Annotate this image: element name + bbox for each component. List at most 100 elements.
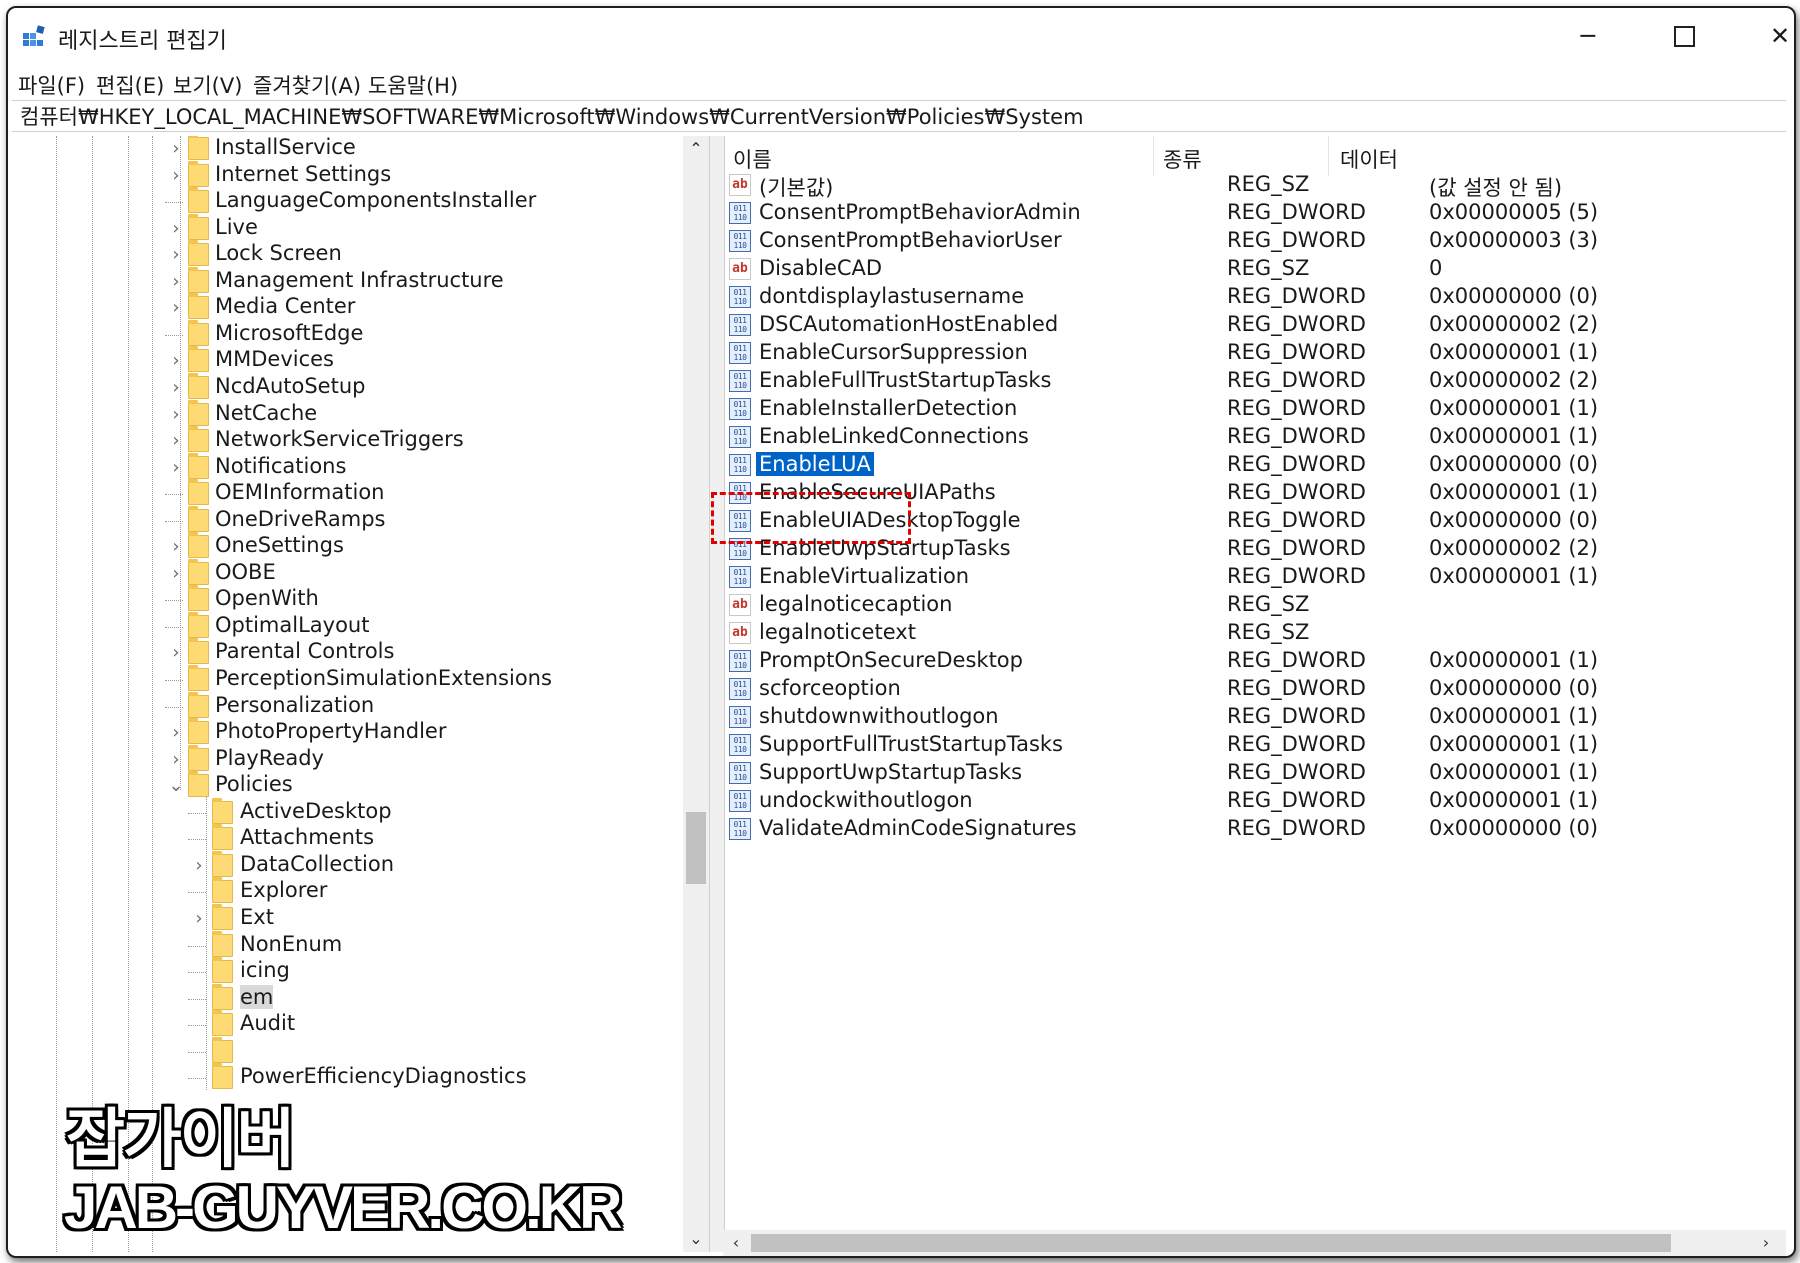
scroll-left-arrow-icon[interactable]: ‹ — [723, 1230, 749, 1256]
folder-icon — [188, 638, 209, 665]
menu-help[interactable]: 도움말(H) — [368, 70, 458, 100]
tree-item[interactable]: OpenWith — [12, 585, 682, 615]
tree-item[interactable]: › OneSettings — [12, 532, 682, 562]
tree-item[interactable]: ActiveDesktop — [12, 797, 682, 828]
scroll-right-arrow-icon[interactable]: › — [1753, 1230, 1779, 1256]
tree-item[interactable]: › NetworkServiceTriggers — [12, 426, 682, 456]
tree-item[interactable]: Attachments — [12, 824, 682, 854]
tree-scroll-thumb[interactable] — [686, 812, 706, 884]
expand-chevron-icon[interactable]: › — [167, 426, 185, 456]
tree-item[interactable]: › DataCollection — [12, 850, 682, 881]
value-type: REG_DWORD — [1227, 368, 1366, 392]
menu-file[interactable]: 파일(F) — [18, 70, 85, 100]
tree-item[interactable]: › NcdAutoSetup — [12, 372, 682, 403]
expand-chevron-icon[interactable]: › — [167, 453, 185, 483]
dword-value-icon: 011 110 — [729, 398, 751, 420]
tree-item[interactable]: OneDriveRamps — [12, 505, 682, 536]
address-bar[interactable]: 컴퓨터₩HKEY_LOCAL_MACHINE₩SOFTWARE₩Microsof… — [12, 100, 1786, 132]
tree-item-label: InstallService — [215, 136, 356, 159]
folder-icon — [212, 903, 233, 930]
tree-item-label: icing — [240, 958, 290, 983]
value-type: REG_DWORD — [1227, 536, 1366, 560]
maximize-button[interactable] — [1662, 18, 1706, 54]
tree-item[interactable]: LanguageComponentsInstaller — [12, 187, 682, 217]
folder-icon — [188, 479, 209, 506]
tree-item[interactable]: PerceptionSimulationExtensions — [12, 665, 682, 695]
tree-item[interactable]: NonEnum — [12, 930, 682, 961]
expand-chevron-icon[interactable]: › — [167, 745, 185, 775]
tree-item[interactable]: › PlayReady — [12, 744, 682, 775]
tree-item[interactable]: OptimalLayout — [12, 611, 682, 642]
tree-item[interactable]: › Notifications — [12, 452, 682, 483]
value-data: 0x00000001 (1) — [1429, 340, 1599, 364]
watermark-korean: 잡가이버 — [66, 1103, 296, 1177]
value-data: 0x00000001 (1) — [1429, 704, 1599, 728]
tree-item[interactable]: › NetCache — [12, 399, 682, 430]
tree-item-label: em — [240, 984, 274, 1009]
value-type: REG_DWORD — [1227, 760, 1366, 784]
close-button[interactable]: ✕ — [1758, 18, 1794, 54]
tree-item[interactable]: Explorer — [12, 877, 682, 907]
tree-item-label: OEMInformation — [215, 480, 385, 505]
tree-item[interactable]: › Live — [12, 213, 682, 244]
tree-item[interactable]: Audit — [12, 1010, 682, 1040]
dword-value-icon: 011 110 — [729, 202, 751, 224]
expand-chevron-icon[interactable]: › — [167, 240, 185, 270]
tree-item[interactable] — [12, 1036, 682, 1067]
scroll-down-arrow-icon[interactable]: ⌄ — [683, 1226, 709, 1252]
tree-item[interactable]: › Internet Settings — [12, 160, 682, 191]
value-row[interactable]: 011 110 ValidateAdminCodeSignatures REG_DWO… — [723, 814, 1786, 846]
expand-chevron-icon[interactable]: › — [167, 638, 185, 668]
tree-item-label: PlayReady — [215, 745, 324, 770]
expand-chevron-icon[interactable]: › — [167, 532, 185, 562]
expand-chevron-icon[interactable]: › — [167, 161, 185, 191]
tree-guide-line — [188, 945, 206, 947]
tree-item[interactable]: icing — [12, 957, 682, 987]
tree-item[interactable]: › Ext — [12, 903, 682, 934]
value-data: 0x00000002 (2) — [1429, 536, 1599, 560]
expand-chevron-icon[interactable]: › — [190, 904, 208, 934]
list-scroll-thumb[interactable] — [751, 1234, 1671, 1252]
menu-view[interactable]: 보기(V) — [173, 70, 242, 100]
tree-item[interactable]: OEMInformation — [12, 479, 682, 509]
expand-chevron-icon[interactable]: › — [167, 718, 185, 748]
tree-item[interactable]: Personalization — [12, 691, 682, 722]
tree-item[interactable]: › Management Infrastructure — [12, 266, 682, 297]
menu-favorites[interactable]: 즐겨찾기(A) — [253, 70, 361, 100]
expand-chevron-icon[interactable]: › — [167, 373, 185, 403]
value-data: 0x00000001 (1) — [1429, 760, 1599, 784]
tree-item[interactable]: MicrosoftEdge — [12, 319, 682, 350]
expand-chevron-icon[interactable]: › — [167, 267, 185, 297]
tree-item[interactable]: › PhotoPropertyHandler — [12, 718, 682, 748]
tree-item-label: PerceptionSimulationExtensions — [215, 666, 552, 690]
dword-value-icon: 011 110 — [729, 426, 751, 448]
value-name: PromptOnSecureDesktop — [759, 648, 1023, 672]
minimize-button[interactable]: ─ — [1566, 18, 1610, 54]
expand-chevron-icon[interactable]: › — [167, 214, 185, 244]
expand-chevron-icon[interactable]: › — [190, 851, 208, 881]
value-name: EnableLUA — [756, 452, 874, 476]
scroll-up-arrow-icon[interactable]: ⌃ — [683, 136, 709, 162]
expand-chevron-icon[interactable]: › — [167, 400, 185, 430]
value-name: EnableUwpStartupTasks — [759, 536, 1011, 560]
value-type: REG_DWORD — [1227, 704, 1366, 728]
registry-editor-window: 레지스트리 편집기 ─ ✕ 파일(F) 편집(E) 보기(V) 즐겨찾기(A) … — [6, 6, 1796, 1258]
tree-vertical-scrollbar[interactable]: ⌃ ⌄ — [683, 136, 709, 1252]
tree-item[interactable]: › MMDevices — [12, 346, 682, 376]
tree-item[interactable]: › Media Center — [12, 293, 682, 323]
tree-item-label: Live — [215, 214, 258, 239]
value-data: 0x00000001 (1) — [1429, 424, 1599, 448]
collapse-chevron-icon[interactable]: ⌄ — [167, 771, 185, 801]
dword-value-icon: 011 110 — [729, 314, 751, 336]
expand-chevron-icon[interactable]: › — [167, 559, 185, 589]
tree-item[interactable]: em — [12, 983, 682, 1014]
expand-chevron-icon[interactable]: › — [167, 293, 185, 323]
menu-edit[interactable]: 편집(E) — [96, 70, 164, 100]
expand-chevron-icon[interactable]: › — [167, 346, 185, 376]
list-horizontal-scrollbar[interactable]: ‹ › — [723, 1230, 1786, 1256]
value-name: EnableVirtualization — [759, 564, 970, 588]
tree-item[interactable]: ⌄ Policies — [12, 771, 682, 801]
tree-item[interactable]: › Lock Screen — [12, 240, 682, 270]
tree-item[interactable]: › OOBE — [12, 558, 682, 589]
tree-item[interactable]: › Parental Controls — [12, 638, 682, 668]
